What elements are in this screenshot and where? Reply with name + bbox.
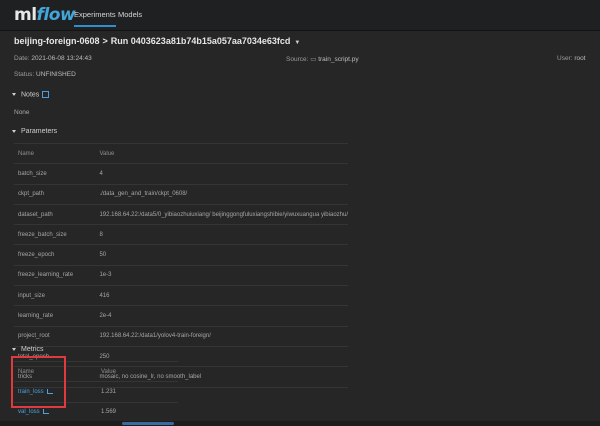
run-status: Status: UNFINISHED <box>14 71 76 78</box>
collapse-triangle-icon <box>12 347 16 351</box>
param-name: learning_rate <box>14 305 96 327</box>
horizontal-scrollbar[interactable] <box>0 421 600 426</box>
nav-experiments[interactable]: Experiments <box>74 10 116 27</box>
notes-section-header[interactable]: Notes <box>12 91 50 98</box>
table-row: ckpt_path ./data_gen_and_train/ckpt_0608/ <box>14 184 348 205</box>
param-name: freeze_learning_rate <box>14 265 96 287</box>
param-value: 8 <box>95 224 348 246</box>
table-row: freeze_learning_rate 1e-3 <box>14 265 348 287</box>
table-row: freeze_epoch 50 <box>14 244 348 266</box>
param-value: 1e-3 <box>95 265 348 287</box>
edit-icon[interactable] <box>42 91 50 98</box>
param-name: input_size <box>14 285 96 307</box>
metric-value: 1.569 <box>97 402 178 423</box>
param-value: ./data_gen_and_train/ckpt_0608/ <box>95 184 348 205</box>
param-value: 4 <box>95 163 348 185</box>
table-row: project_root 192.168.64.22:/data1/yolov4-… <box>14 326 348 347</box>
table-row: batch_size 4 <box>14 163 348 185</box>
param-value: 192.168.64.22:/data1/yolov4-train-foreig… <box>95 326 348 347</box>
param-value: 2e-4 <box>95 305 348 327</box>
notes-content: None <box>14 109 30 116</box>
parameters-section-header[interactable]: Parameters <box>12 128 57 135</box>
metrics-section-header[interactable]: Metrics <box>12 346 44 353</box>
table-row: freeze_batch_size 8 <box>14 224 348 246</box>
table-row: learning_rate 2e-4 <box>14 305 348 327</box>
scrollbar-thumb[interactable] <box>122 422 174 425</box>
file-icon: ▭ <box>310 56 317 63</box>
source-link[interactable]: train_script.py <box>318 56 358 63</box>
param-name: project_root <box>14 326 96 347</box>
param-name: batch_size <box>14 163 96 185</box>
column-header-value: Value <box>95 142 348 165</box>
table-row: input_size 416 <box>14 285 348 307</box>
table-row: dataset_path 192.168.64.22:/data5/0_yibia… <box>14 204 348 226</box>
param-name: ckpt_path <box>14 184 96 205</box>
run-date: Date: 2021-06-08 13:24:43 <box>14 55 92 62</box>
run-title: Run 0403623a81b74b15a057aa7034e63fcd <box>110 36 291 46</box>
run-user: User: root <box>557 55 586 62</box>
nav-models[interactable]: Models <box>118 10 142 19</box>
mlflow-logo[interactable]: mlflow <box>14 5 76 25</box>
chevron-down-icon[interactable]: ▼ <box>294 40 300 46</box>
highlight-box <box>11 356 66 408</box>
param-name: freeze_epoch <box>14 244 96 266</box>
param-name: dataset_path <box>14 204 96 226</box>
param-value: 416 <box>95 285 348 307</box>
breadcrumb: beijing-foreign-0608 > Run 0403623a81b74b1… <box>14 36 300 46</box>
metric-value: 1.231 <box>97 381 178 403</box>
collapse-triangle-icon <box>12 129 16 133</box>
chart-icon[interactable] <box>42 409 49 415</box>
table-header-row: Name Value <box>14 142 348 165</box>
column-header-value: Value <box>97 360 178 383</box>
param-value: 50 <box>95 244 348 266</box>
breadcrumb-separator: > <box>102 36 108 46</box>
breadcrumb-experiment-link[interactable]: beijing-foreign-0608 <box>14 36 100 46</box>
run-source: Source: ▭ train_script.py <box>286 56 359 63</box>
param-name: freeze_batch_size <box>14 224 96 246</box>
parameters-table: Name Value batch_size 4 ckpt_path ./data_ge… <box>14 142 348 388</box>
top-nav-bar: mlflow Experiments Models <box>0 0 600 31</box>
collapse-triangle-icon <box>12 93 16 96</box>
column-header-name: Name <box>14 142 96 165</box>
param-value: 192.168.64.22:/data5/0_yibiaozhuiuxiang/… <box>95 204 348 226</box>
